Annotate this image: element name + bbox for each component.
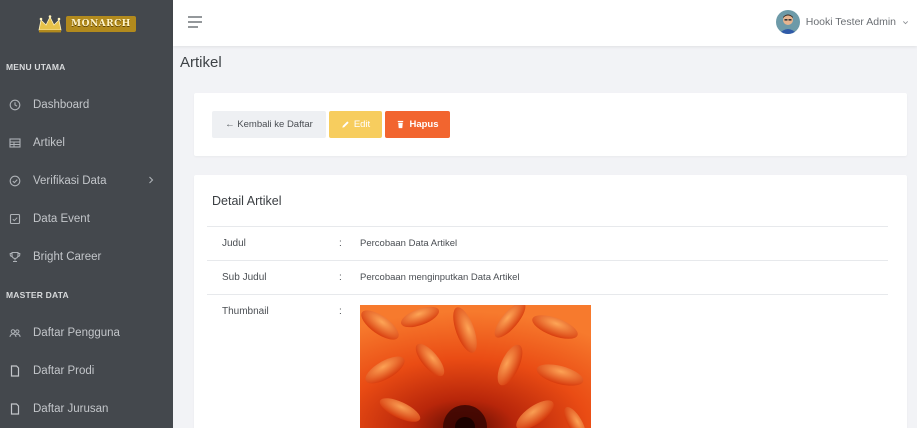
divider xyxy=(207,226,888,227)
row-colon: : xyxy=(339,238,342,249)
pencil-icon xyxy=(342,121,349,128)
chevron-right-icon[interactable] xyxy=(147,176,155,184)
edit-label: Edit xyxy=(353,119,371,130)
sidebar-item-label: Verifikasi Data xyxy=(33,175,107,187)
back-to-list-button[interactable]: ← Kembali ke Daftar xyxy=(212,111,326,138)
avatar[interactable] xyxy=(775,10,800,34)
sidebar-item-label: Data Event xyxy=(33,213,90,225)
sidebar-item-label: Daftar Jurusan xyxy=(33,403,109,415)
check-circle-icon xyxy=(9,175,21,187)
user-menu[interactable]: Hooki Tester Admin xyxy=(775,10,909,34)
actions-card: ← Kembali ke Daftar Edit Hapus xyxy=(194,93,907,156)
delete-label: Hapus xyxy=(409,119,439,130)
row-colon: : xyxy=(339,272,342,283)
trash-icon xyxy=(398,120,404,129)
section-menu-utama: MENU UTAMA xyxy=(6,62,66,72)
sidebar-item-label: Bright Career xyxy=(33,251,102,263)
row-value-sub-judul: Percobaan menginputkan Data Artikel xyxy=(360,272,520,283)
detail-card: Detail Artikel Judul : Percobaan Data Ar… xyxy=(194,175,907,428)
file-icon xyxy=(9,365,21,377)
edit-button[interactable]: Edit xyxy=(329,111,382,138)
sidebar-item-daftar-prodi[interactable]: Daftar Prodi xyxy=(0,352,173,390)
divider xyxy=(207,260,888,261)
hamburger-menu-icon[interactable] xyxy=(187,15,203,29)
topbar: Hooki Tester Admin xyxy=(173,0,917,46)
back-to-list-label: ← Kembali ke Daftar xyxy=(225,119,313,130)
chevron-down-icon[interactable] xyxy=(902,19,909,26)
section-master-data: MASTER DATA xyxy=(6,290,69,300)
sidebar-item-verifikasi-data[interactable]: Verifikasi Data xyxy=(0,162,173,200)
thumbnail-image xyxy=(360,305,591,428)
sidebar: MONARCH MENU UTAMA Dashboard Artikel Ver… xyxy=(0,0,173,428)
file-icon xyxy=(9,403,21,415)
brand-name: MONARCH xyxy=(66,16,136,32)
users-icon xyxy=(9,327,21,339)
sidebar-item-dashboard[interactable]: Dashboard xyxy=(0,86,173,124)
sidebar-item-daftar-pengguna[interactable]: Daftar Pengguna xyxy=(0,314,173,352)
row-value-judul: Percobaan Data Artikel xyxy=(360,238,458,249)
sidebar-item-label: Daftar Prodi xyxy=(33,365,95,377)
logo-mark: MONARCH xyxy=(37,14,136,34)
sidebar-item-data-event[interactable]: Data Event xyxy=(0,200,173,238)
trophy-icon xyxy=(9,251,21,263)
clock-icon xyxy=(9,99,21,111)
row-label-sub-judul: Sub Judul xyxy=(222,272,267,283)
sidebar-item-bright-career[interactable]: Bright Career xyxy=(0,238,173,276)
detail-title: Detail Artikel xyxy=(212,194,282,208)
sidebar-item-label: Daftar Pengguna xyxy=(33,327,120,339)
crown-icon xyxy=(38,15,62,33)
row-label-judul: Judul xyxy=(222,238,246,249)
sidebar-item-daftar-jurusan[interactable]: Daftar Jurusan xyxy=(0,390,173,428)
delete-button[interactable]: Hapus xyxy=(385,111,450,138)
row-colon: : xyxy=(339,306,342,317)
divider xyxy=(207,294,888,295)
user-name[interactable]: Hooki Tester Admin xyxy=(806,16,896,28)
sidebar-item-label: Dashboard xyxy=(33,99,90,111)
sidebar-item-label: Artikel xyxy=(33,137,65,149)
calendar-check-icon xyxy=(9,213,21,225)
table-icon xyxy=(9,137,21,149)
brand-logo[interactable]: MONARCH xyxy=(0,0,173,48)
page-title: Artikel xyxy=(180,54,222,71)
sidebar-item-artikel[interactable]: Artikel xyxy=(0,124,173,162)
row-label-thumbnail: Thumbnail xyxy=(222,306,269,317)
